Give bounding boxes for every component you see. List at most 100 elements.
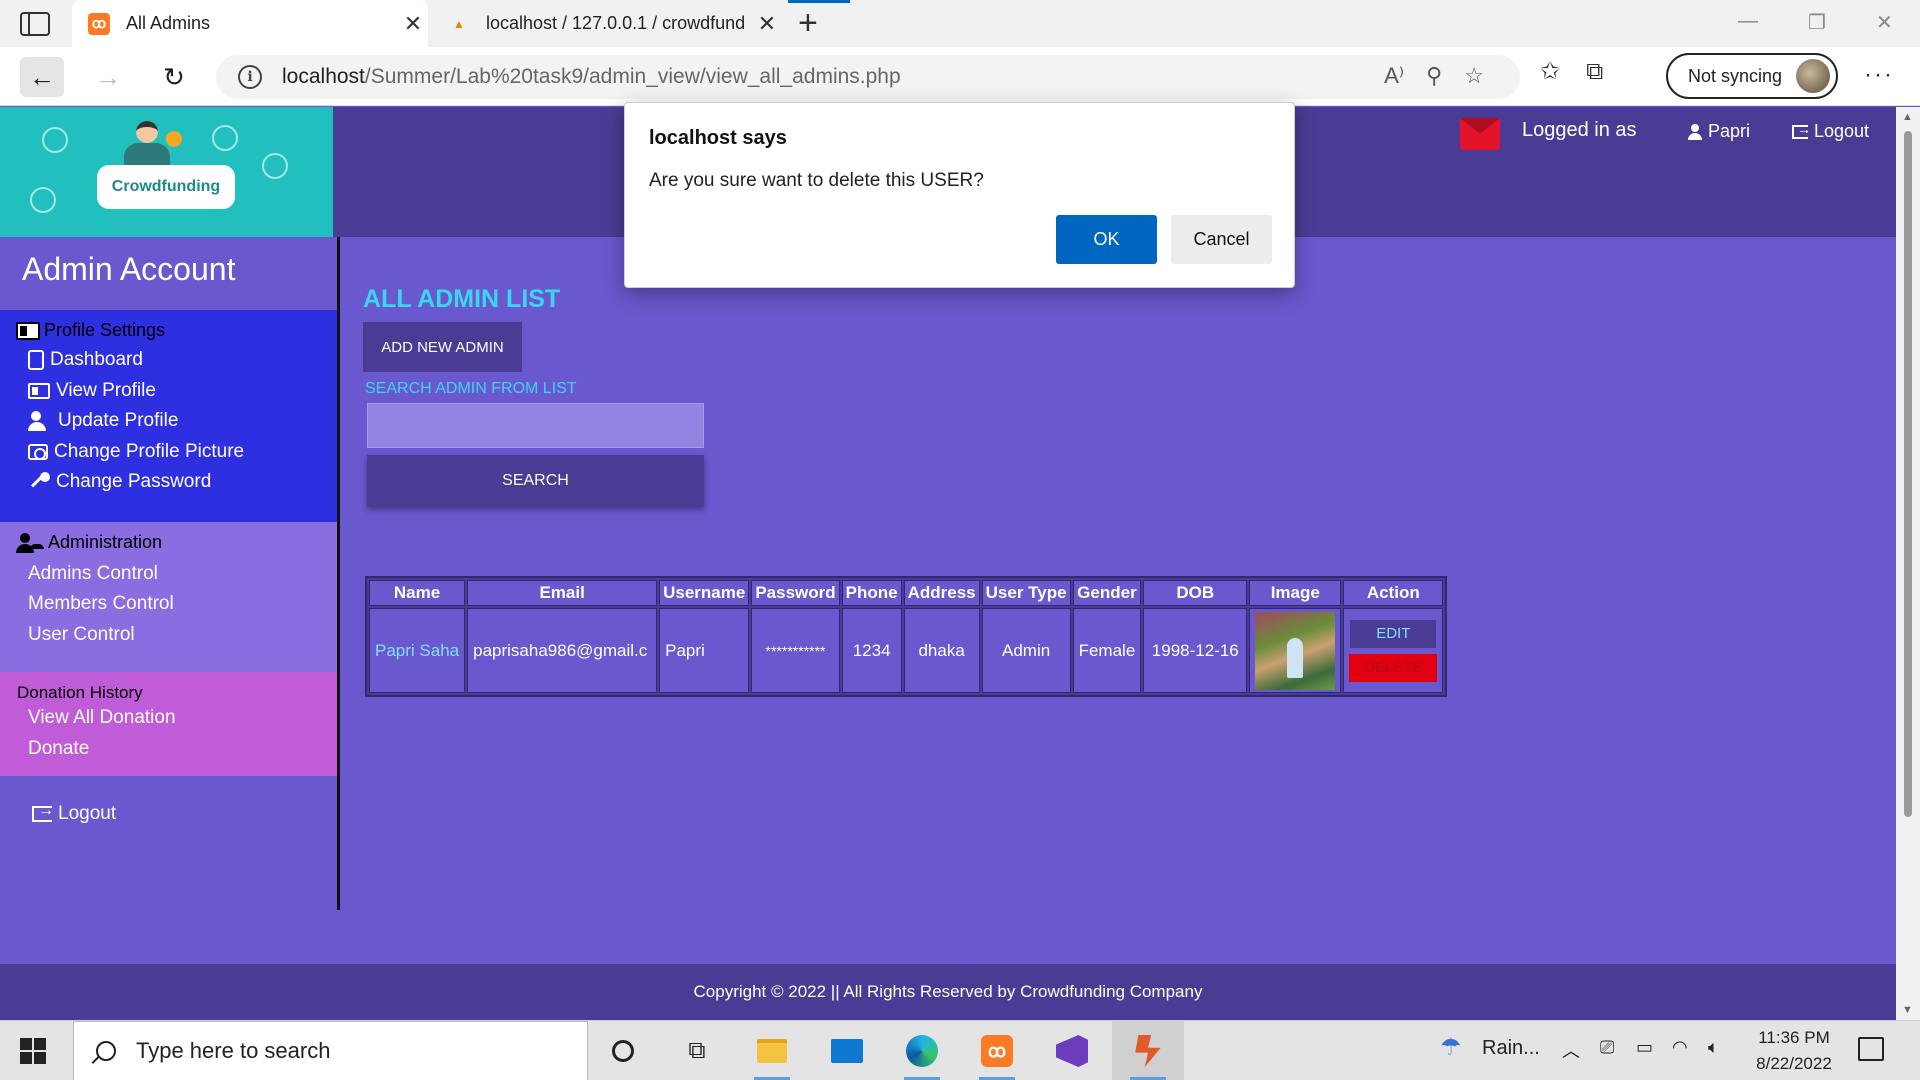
sidebar-item-label: Change Password: [56, 471, 212, 492]
column-header: Password: [751, 580, 840, 606]
dialog-message: Are you sure want to delete this USER?: [649, 170, 984, 191]
more-options-icon[interactable]: ···: [1864, 61, 1894, 89]
address-bar[interactable]: i localhost/Summer/Lab%20task9/admin_vie…: [216, 55, 1520, 99]
sidebar-item-user-control[interactable]: User Control: [28, 624, 135, 646]
minimize-icon[interactable]: —: [1738, 10, 1758, 33]
visual-studio-icon[interactable]: [1052, 1031, 1092, 1071]
sidebar-item-update-profile[interactable]: Update Profile: [28, 410, 178, 432]
zoom-icon[interactable]: ⚲: [1426, 63, 1442, 89]
sidebar-item-label: Donate: [28, 738, 90, 759]
sidebar-item-label: View All Donation: [28, 707, 176, 728]
browser-toolbar: ← → ↻ i localhost/Summer/Lab%20task9/adm…: [0, 47, 1920, 106]
weather-rain-icon[interactable]: ☂: [1440, 1033, 1462, 1062]
delete-button[interactable]: DELETE: [1349, 653, 1438, 682]
admin-table: Name Email Username Password Phone Addre…: [365, 576, 1448, 697]
xampp-app-icon[interactable]: ꝏ: [977, 1031, 1017, 1071]
user-edit-icon: [28, 411, 52, 431]
header-user-link[interactable]: Papri: [1688, 121, 1750, 142]
windows-start-icon[interactable]: [20, 1038, 46, 1064]
site-info-icon[interactable]: i: [238, 65, 262, 89]
edge-browser-icon[interactable]: [902, 1031, 942, 1071]
sidebar: Admin Account Profile Settings Dashboard…: [0, 237, 340, 910]
profile-sync-button[interactable]: Not syncing: [1666, 53, 1838, 99]
add-new-admin-button[interactable]: ADD NEW ADMIN: [363, 322, 522, 372]
git-app-icon[interactable]: [1128, 1031, 1168, 1071]
search-button[interactable]: SEARCH: [367, 455, 704, 507]
sidebar-item-members-control[interactable]: Members Control: [28, 593, 174, 615]
close-icon[interactable]: ✕: [752, 11, 782, 37]
sidebar-logout-link[interactable]: Logout: [32, 802, 116, 825]
cortana-icon[interactable]: [603, 1031, 643, 1071]
column-header: Phone: [841, 580, 902, 606]
cell-email: paprisaha986@gmail.c: [467, 608, 658, 693]
column-header: Gender: [1072, 580, 1142, 606]
cancel-button[interactable]: Cancel: [1171, 215, 1272, 264]
wifi-icon[interactable]: ◠: [1672, 1037, 1688, 1058]
cell-user-type: Admin: [981, 608, 1071, 693]
chevron-up-icon[interactable]: ︿: [1562, 1037, 1580, 1063]
restore-icon[interactable]: ❐: [1808, 10, 1826, 35]
task-view-icon[interactable]: ⧉: [677, 1031, 717, 1071]
scroll-down-icon[interactable]: ▼: [1902, 1004, 1913, 1016]
read-aloud-icon[interactable]: A⁾: [1384, 63, 1404, 89]
sidebar-item-label: View Profile: [56, 380, 156, 401]
back-arrow-icon[interactable]: ←: [20, 57, 64, 97]
sidebar-item-view-all-donation[interactable]: View All Donation: [28, 707, 176, 729]
meet-now-icon[interactable]: ⎚: [1600, 1037, 1614, 1058]
mail-icon[interactable]: [1460, 118, 1500, 150]
taskbar-search-placeholder: Type here to search: [136, 1038, 331, 1063]
sidebar-item-change-password[interactable]: Change Password: [28, 471, 211, 493]
decor-circle-icon: [212, 125, 238, 151]
volume-muted-icon[interactable]: 🔈︎: [1708, 1037, 1719, 1058]
site-logo[interactable]: Crowdfunding: [0, 107, 333, 237]
tab-phpmyadmin[interactable]: ▲ localhost / 127.0.0.1 / crowdfund ✕: [432, 0, 782, 47]
sidebar-item-admins-control[interactable]: Admins Control: [28, 563, 158, 585]
table-row: Papri Saha paprisaha986@gmail.c Papri **…: [369, 608, 1444, 693]
url-text: localhost/Summer/Lab%20task9/admin_view/…: [282, 65, 901, 88]
user-icon: [1688, 123, 1702, 140]
mail-app-icon[interactable]: [827, 1031, 867, 1071]
sync-label: Not syncing: [1688, 65, 1783, 86]
system-clock[interactable]: 11:36 PM 8/22/2022: [1744, 1025, 1844, 1077]
sign-out-icon: [1792, 121, 1811, 139]
sidebar-item-view-profile[interactable]: View Profile: [28, 380, 156, 402]
forward-arrow-icon[interactable]: →: [86, 57, 130, 97]
page-scrollbar[interactable]: ▲ ▼: [1896, 107, 1920, 1020]
cell-username: Papri: [659, 608, 750, 693]
search-input[interactable]: [367, 403, 704, 448]
header-logout-link[interactable]: Logout: [1792, 121, 1869, 142]
tablet-icon: [28, 350, 44, 370]
notification-center-icon[interactable]: [1858, 1037, 1884, 1061]
sidebar-item-dashboard[interactable]: Dashboard: [28, 349, 143, 371]
cell-dob: 1998-12-16: [1143, 608, 1248, 693]
taskbar-search-box[interactable]: Type here to search: [73, 1021, 588, 1080]
new-tab-plus-icon[interactable]: +: [798, 4, 818, 43]
window-close-icon[interactable]: ✕: [1876, 10, 1893, 35]
administration-section: Administration Admins Control Members Co…: [0, 522, 337, 672]
tab-actions-icon[interactable]: [20, 12, 50, 36]
scrollbar-thumb[interactable]: [1904, 131, 1912, 817]
column-header: DOB: [1143, 580, 1248, 606]
favorites-icon[interactable]: ✩: [1540, 57, 1560, 86]
scroll-up-icon[interactable]: ▲: [1902, 111, 1913, 123]
cell-address: dhaka: [903, 608, 980, 693]
file-explorer-icon[interactable]: [752, 1031, 792, 1071]
page-title: ALL ADMIN LIST: [363, 285, 561, 313]
sidebar-item-change-picture[interactable]: Change Profile Picture: [28, 441, 244, 463]
ok-button[interactable]: OK: [1056, 215, 1157, 264]
sidebar-item-donate[interactable]: Donate: [28, 738, 89, 760]
sidebar-item-label: Members Control: [28, 593, 174, 614]
decor-circle-icon: [262, 153, 288, 179]
sidebar-item-label: Change Profile Picture: [54, 441, 245, 462]
battery-icon[interactable]: ▭: [1636, 1037, 1653, 1058]
header-logout-label: Logout: [1814, 121, 1870, 141]
collections-icon[interactable]: ⧉: [1586, 58, 1603, 86]
tab-all-admins[interactable]: ꝏ All Admins ✕: [72, 0, 428, 47]
add-favorite-icon[interactable]: ☆: [1464, 63, 1484, 89]
close-icon[interactable]: ✕: [398, 11, 428, 37]
camera-icon: [28, 444, 48, 460]
profile-settings-heading: Profile Settings: [16, 320, 165, 341]
reload-icon[interactable]: ↻: [152, 57, 196, 97]
edit-button[interactable]: EDIT: [1350, 619, 1437, 648]
weather-label[interactable]: Rain...: [1482, 1037, 1540, 1060]
